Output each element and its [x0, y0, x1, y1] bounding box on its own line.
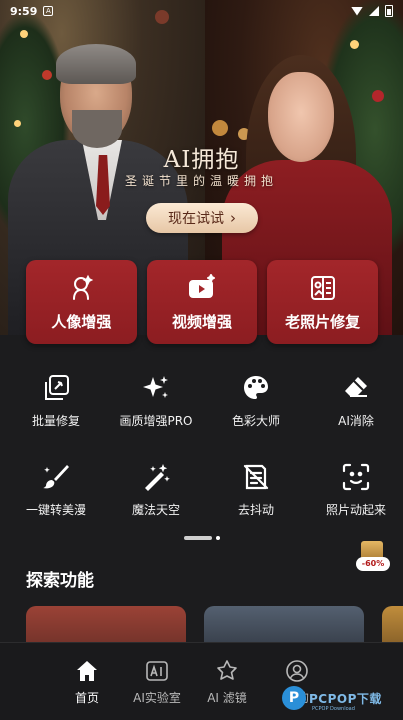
ornament-light	[42, 70, 52, 80]
tool-grid: 批量修复 画质增强PRO 色彩大师 AI消除 一键转美漫 魔法天空 去抖动 照片…	[0, 372, 403, 518]
ornament-light	[20, 30, 28, 38]
tile-label: 视频增强	[172, 312, 233, 331]
tool-label: AI消除	[338, 414, 374, 428]
portrait-sparkle-icon	[66, 273, 96, 303]
palette-icon	[240, 372, 272, 404]
deshake-icon	[240, 461, 272, 493]
tool-label: 色彩大师	[231, 414, 280, 428]
section-title: 探索功能	[26, 571, 94, 591]
ai-lab-icon	[145, 659, 169, 683]
tool-ai-erase[interactable]: AI消除	[306, 372, 403, 429]
nav-ai-filter[interactable]: AI 滤镜	[192, 643, 262, 720]
tool-label: 照片动起来	[325, 503, 386, 517]
nav-label: AI 滤镜	[207, 691, 247, 705]
eraser-icon	[340, 372, 372, 404]
try-now-label: 现在试试	[168, 211, 224, 227]
tool-batch-repair[interactable]: 批量修复	[6, 372, 106, 429]
tool-magic-sky[interactable]: 魔法天空	[106, 461, 206, 518]
profile-icon	[285, 659, 309, 683]
tool-quality-pro[interactable]: 画质增强PRO	[106, 372, 206, 429]
tool-label: 批量修复	[31, 414, 80, 428]
home-icon	[75, 659, 99, 683]
indicator-dot	[216, 536, 220, 540]
carousel-indicator	[184, 536, 220, 540]
watermark: P PCPOP下载 PCPOP Download	[282, 684, 400, 712]
nav-label: AI实验室	[133, 691, 181, 705]
explore-card[interactable]	[204, 606, 364, 646]
explore-cards	[26, 606, 403, 646]
status-icons	[351, 5, 393, 17]
tool-deshake[interactable]: 去抖动	[206, 461, 306, 518]
tile-label: 人像增强	[51, 312, 112, 331]
watermark-logo: P	[282, 686, 306, 710]
filter-icon	[215, 659, 239, 683]
tool-color-master[interactable]: 色彩大师	[206, 372, 306, 429]
ornament-light	[350, 40, 359, 49]
explore-card[interactable]	[26, 606, 186, 646]
hero-title: AI拥抱	[163, 147, 240, 173]
tile-label: 老照片修复	[285, 312, 361, 331]
discount-label: -60%	[356, 557, 390, 571]
tool-animate-photo[interactable]: 照片动起来	[306, 461, 403, 518]
brush-icon	[40, 461, 72, 493]
tool-label: 魔法天空	[131, 503, 180, 517]
status-bar: 9:59 A	[0, 0, 403, 22]
tile-video-enhance[interactable]: 视频增强	[146, 260, 258, 344]
old-photo-icon	[308, 273, 338, 303]
ornament-light	[372, 90, 384, 102]
bokeh-light	[212, 120, 228, 136]
feature-tiles: 人像增强 视频增强 老照片修复	[26, 260, 379, 344]
nav-home[interactable]: 首页	[52, 643, 122, 720]
watermark-subtext: PCPOP Download	[312, 706, 355, 712]
promo-badge[interactable]: -60%	[356, 541, 390, 571]
battery-icon	[385, 5, 393, 17]
nav-label: 首页	[74, 691, 99, 705]
magic-wand-icon	[140, 461, 172, 493]
explore-card[interactable]	[382, 606, 403, 646]
nav-ai-lab[interactable]: AI实验室	[122, 643, 192, 720]
hero-subtitle: 圣诞节里的温暖拥抱	[124, 174, 278, 188]
indicator-active	[184, 536, 212, 540]
status-time: 9:59	[10, 4, 38, 18]
man-hair	[56, 44, 136, 84]
ornament-light	[14, 120, 21, 127]
face-scan-icon	[340, 461, 372, 493]
watermark-text: PCPOP下载	[309, 691, 382, 706]
tool-label: 去抖动	[237, 503, 274, 517]
tool-to-comic[interactable]: 一键转美漫	[6, 461, 106, 518]
tool-label: 画质增强PRO	[119, 414, 193, 428]
tile-portrait-enhance[interactable]: 人像增强	[26, 260, 137, 344]
sim-icon: A	[43, 6, 54, 16]
try-now-button[interactable]: 现在试试 ›	[146, 203, 258, 233]
video-sparkle-icon	[187, 273, 217, 303]
wifi-icon	[351, 6, 363, 16]
chevron-right-icon: ›	[230, 209, 236, 227]
batch-repair-icon	[40, 372, 72, 404]
tool-label: 一键转美漫	[25, 503, 86, 517]
signal-icon	[369, 6, 379, 16]
sparkles-icon	[140, 372, 172, 404]
tile-old-photo-restore[interactable]: 老照片修复	[267, 260, 379, 344]
